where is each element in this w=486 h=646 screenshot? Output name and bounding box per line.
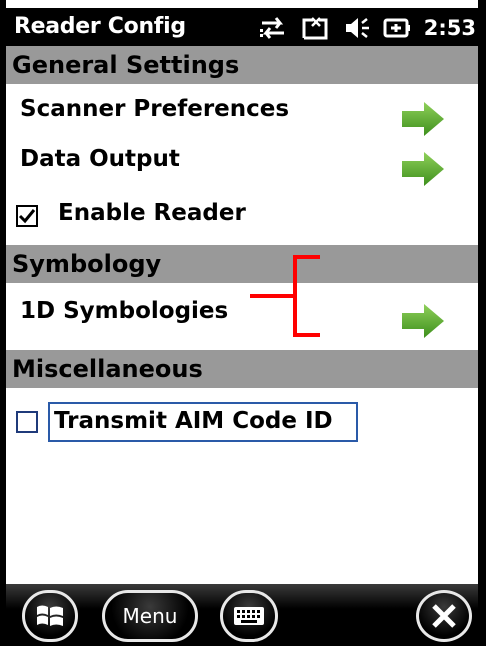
1d-symbologies-arrow-icon[interactable] xyxy=(400,302,446,340)
transmit-aim-label[interactable]: Transmit AIM Code ID xyxy=(54,408,333,434)
keyboard-button[interactable] xyxy=(220,590,278,642)
screen-edge-left xyxy=(0,0,6,646)
device-screen: Reader Config 2:53 General Settings Scan… xyxy=(0,0,486,646)
windows-logo-icon xyxy=(37,605,63,626)
section-header-misc: Miscellaneous xyxy=(6,350,478,388)
menu-button[interactable]: Menu xyxy=(102,590,198,642)
status-icons: 2:53 xyxy=(258,12,476,44)
close-button[interactable] xyxy=(416,590,472,642)
start-button[interactable] xyxy=(22,590,78,642)
section-header-symbology: Symbology xyxy=(6,245,478,283)
top-strip xyxy=(0,0,486,8)
close-icon xyxy=(432,604,456,628)
enable-reader-checkbox[interactable] xyxy=(16,205,38,227)
transmit-aim-focus[interactable]: Transmit AIM Code ID xyxy=(48,402,358,442)
transmit-aim-checkbox[interactable] xyxy=(16,411,38,433)
data-output-arrow-icon[interactable] xyxy=(400,150,446,188)
volume-icon[interactable] xyxy=(342,15,370,41)
checkmark-icon xyxy=(18,209,36,224)
signal-icon[interactable] xyxy=(300,14,330,42)
scanner-preferences-link[interactable]: Scanner Preferences xyxy=(20,96,289,122)
battery-icon[interactable] xyxy=(382,16,412,40)
data-output-link[interactable]: Data Output xyxy=(20,146,180,172)
annotation-bracket xyxy=(250,255,320,337)
scanner-preferences-arrow-icon[interactable] xyxy=(400,100,446,138)
clock[interactable]: 2:53 xyxy=(424,16,476,40)
keyboard-icon xyxy=(234,607,264,625)
1d-symbologies-link[interactable]: 1D Symbologies xyxy=(20,298,228,324)
menu-button-label: Menu xyxy=(122,604,178,628)
title-bar: Reader Config 2:53 xyxy=(6,8,478,48)
section-header-general: General Settings xyxy=(6,46,478,84)
taskbar: Menu xyxy=(6,584,478,646)
app-title: Reader Config xyxy=(14,14,186,39)
screen-edge-right xyxy=(478,0,486,646)
connectivity-icon[interactable] xyxy=(258,15,288,41)
enable-reader-label[interactable]: Enable Reader xyxy=(58,200,246,226)
